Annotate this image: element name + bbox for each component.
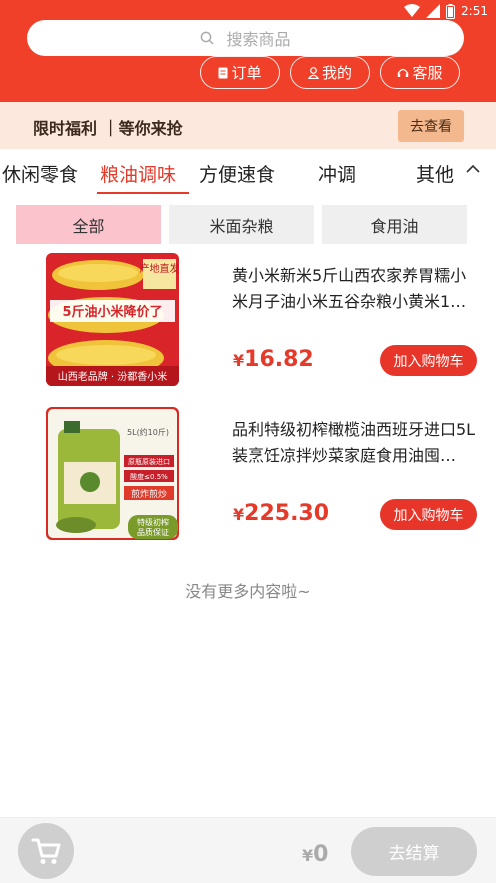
image-text-origin-1: 产地直发	[140, 262, 180, 275]
add-to-cart-button[interactable]: 加入购物车	[380, 499, 477, 530]
order-icon	[218, 67, 228, 78]
add-to-cart-button[interactable]: 加入购物车	[380, 345, 477, 376]
search-icon	[201, 31, 215, 45]
product-card[interactable]: 产地直发 5斤油小米降价了 山西老品牌 · 汾都香小米 黄小米新米5斤山西农家养…	[0, 253, 496, 388]
my-account-label: 我的	[321, 64, 352, 82]
product-card[interactable]: 5L(约10斤) 原瓶原装进口 酸度≤0.5% 煎炸煎炒 特级初榨 品质保证 品…	[0, 407, 496, 542]
image-text-quality-2: 品质保证	[137, 527, 169, 537]
orders-label: 订单	[231, 64, 262, 82]
subcategory-grains[interactable]: 米面杂粮	[169, 205, 314, 244]
product-title[interactable]: 黄小米新米5斤山西农家养胃糯小米月子油小米五谷杂粮小黄米1…	[232, 263, 477, 315]
user-icon	[307, 66, 319, 79]
customer-service-button[interactable]: 客服	[380, 56, 460, 89]
wifi-icon	[404, 4, 421, 17]
tab-instant-food[interactable]: 方便速食	[199, 160, 275, 187]
cart-icon	[31, 838, 61, 864]
cart-button[interactable]	[18, 823, 74, 879]
status-bar: 2:51	[404, 2, 488, 20]
subcategory-oil[interactable]: 食用油	[322, 205, 467, 244]
image-text-main-1: 5斤油小米降价了	[62, 304, 162, 320]
subcategory-all[interactable]: 全部	[16, 205, 161, 244]
tab-other[interactable]: 其他	[416, 160, 454, 187]
battery-icon	[446, 3, 456, 19]
my-account-button[interactable]: 我的	[290, 56, 370, 89]
image-text-import-2: 原瓶原装进口	[128, 457, 170, 466]
status-time: 2:51	[461, 4, 488, 18]
promo-view-button[interactable]: 去查看	[398, 110, 464, 142]
header-links: 订单 我的 客服	[200, 56, 460, 89]
no-more-content-text: 没有更多内容啦~	[185, 582, 311, 601]
customer-service-label: 客服	[412, 64, 443, 82]
product-image-olive-oil[interactable]: 5L(约10斤) 原瓶原装进口 酸度≤0.5% 煎炸煎炒 特级初榨 品质保证	[46, 407, 179, 540]
tab-drinks[interactable]: 冲调	[318, 160, 356, 187]
product-title[interactable]: 品利特级初榨橄榄油西班牙进口5L装烹饪凉拌炒菜家庭食用油囤…	[232, 417, 477, 469]
search-placeholder: 搜索商品	[226, 30, 291, 49]
active-tab-indicator	[97, 192, 189, 194]
tab-grain-oil[interactable]: 粮油调味	[100, 160, 176, 187]
image-text-cooking-2: 煎炸煎炒	[131, 488, 167, 500]
category-tabs: 休闲零食 粮油调味 方便速食 冲调 其他	[0, 150, 496, 196]
headset-icon	[398, 68, 409, 77]
product-image-millet[interactable]: 产地直发 5斤油小米降价了 山西老品牌 · 汾都香小米	[46, 253, 179, 386]
product-price: ¥16.82	[233, 347, 314, 372]
checkout-button[interactable]: 去结算	[351, 827, 477, 876]
orders-button[interactable]: 订单	[200, 56, 280, 89]
product-price: ¥225.30	[233, 501, 330, 526]
subcategory-list: 全部 米面杂粮 食用油	[16, 205, 467, 244]
signal-icon	[426, 4, 441, 18]
image-text-acidity-2: 酸度≤0.5%	[130, 472, 168, 481]
image-text-volume-2: 5L(约10斤)	[127, 427, 169, 437]
cart-total: ¥0	[302, 842, 329, 867]
chevron-up-icon[interactable]	[466, 164, 480, 174]
header: 2:51 搜索商品 订单 我的 客服	[0, 0, 496, 102]
image-text-brand-1: 山西老品牌 · 汾都香小米	[58, 370, 168, 383]
search-input[interactable]: 搜索商品	[27, 20, 464, 56]
bottom-cart-bar: ¥0 去结算	[0, 817, 496, 883]
image-text-grade-2: 特级初榨	[137, 517, 169, 527]
tab-snacks[interactable]: 休闲零食	[2, 160, 78, 187]
promo-text: 限时福利 ｜等你来抢	[33, 119, 183, 138]
